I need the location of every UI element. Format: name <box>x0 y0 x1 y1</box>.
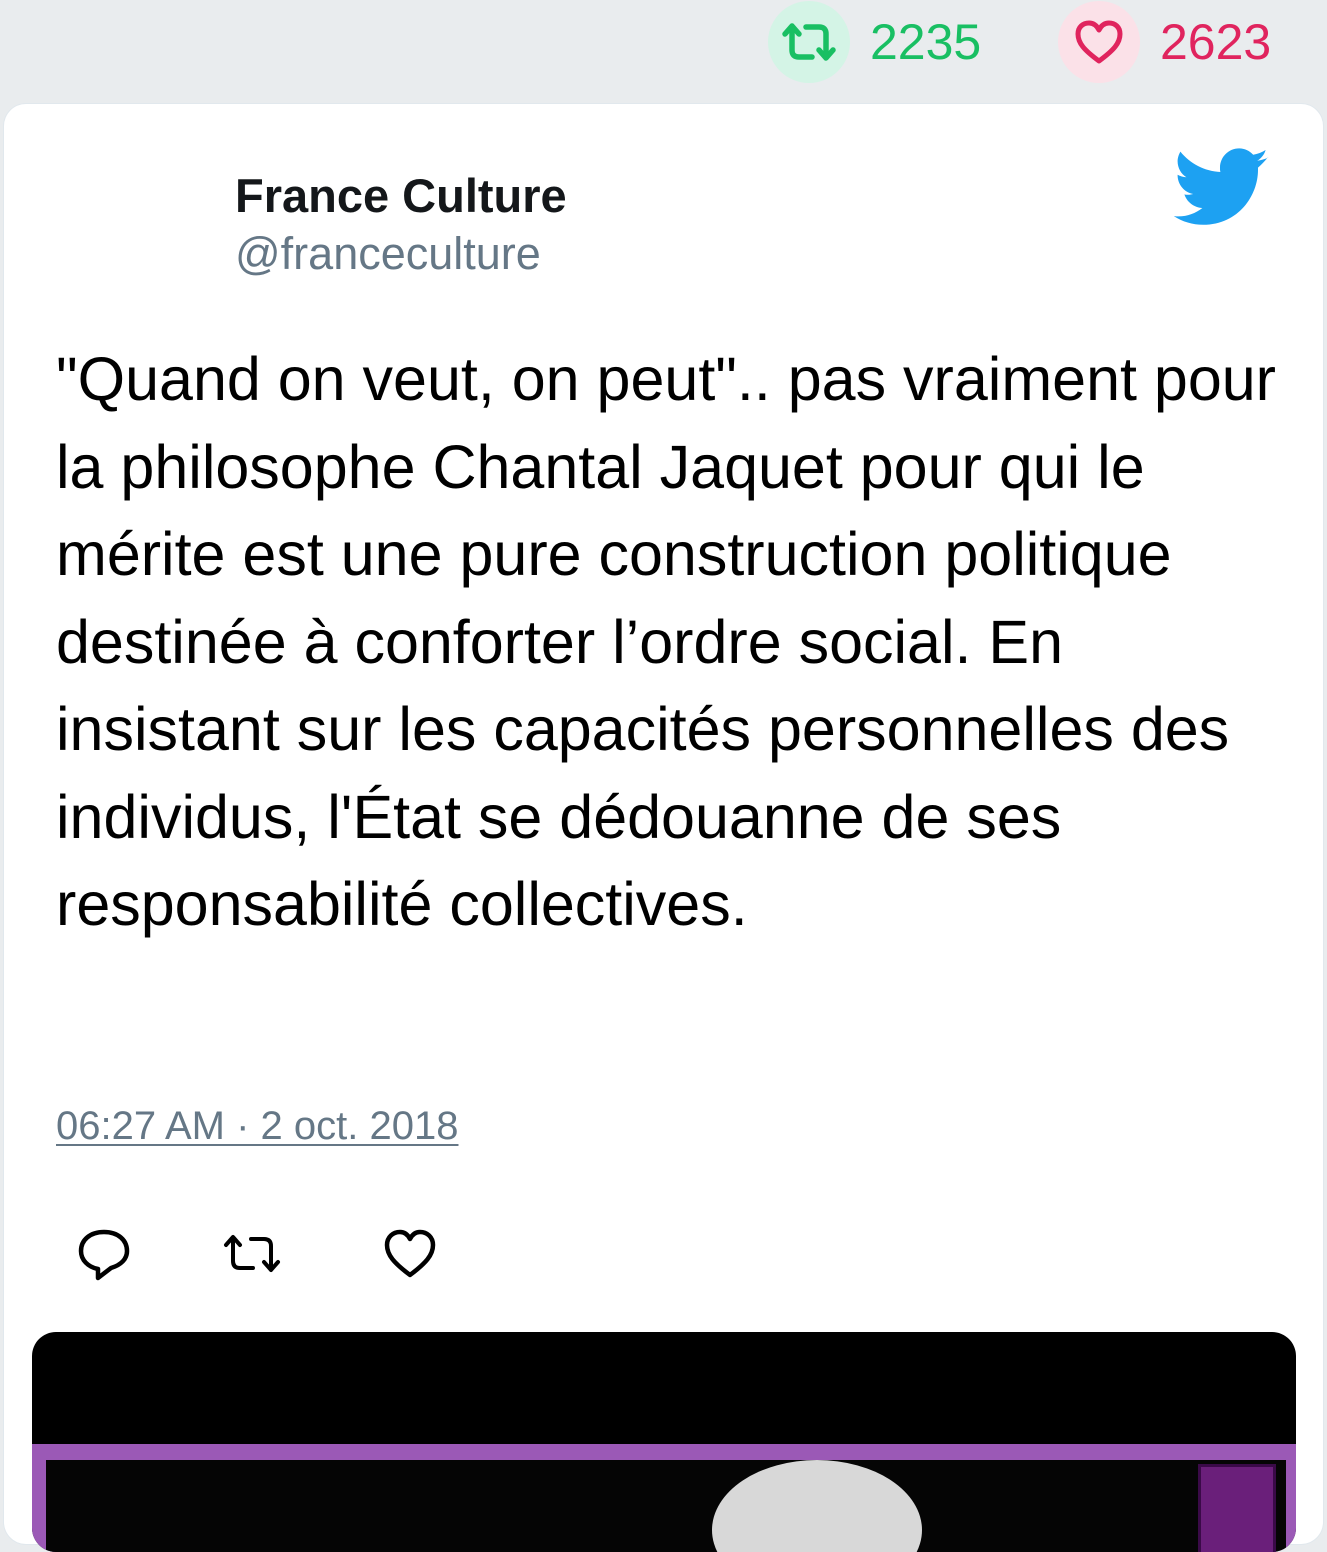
like-count: 2623 <box>1160 14 1272 70</box>
like-stat[interactable]: 2623 <box>1058 0 1271 84</box>
tweet-timestamp[interactable]: 06:27 AM · 2 oct. 2018 <box>56 1104 458 1149</box>
retweet-icon[interactable] <box>222 1226 282 1282</box>
engagement-stats-bar: 2235 2623 <box>0 0 1327 100</box>
retweet-count: 2235 <box>870 14 982 70</box>
tweet-author[interactable]: France Culture @franceculture <box>235 168 567 282</box>
tweet-card: France Culture @franceculture "Quand on … <box>4 104 1323 1552</box>
retweet-icon[interactable] <box>768 1 850 83</box>
heart-icon[interactable] <box>380 1226 440 1282</box>
media-inner <box>46 1460 1286 1552</box>
heart-icon[interactable] <box>1058 1 1140 83</box>
author-handle[interactable]: @franceculture <box>235 226 567 282</box>
tweet-text: "Quand on veut, on peut".. pas vraiment … <box>56 345 1276 938</box>
author-name[interactable]: France Culture <box>235 168 567 224</box>
twitter-bird-icon[interactable] <box>1174 148 1270 228</box>
reply-icon[interactable] <box>74 1226 134 1282</box>
retweet-stat[interactable]: 2235 <box>768 0 981 84</box>
media-logo-box <box>1198 1464 1276 1552</box>
tweet-media-image[interactable] <box>32 1332 1296 1552</box>
